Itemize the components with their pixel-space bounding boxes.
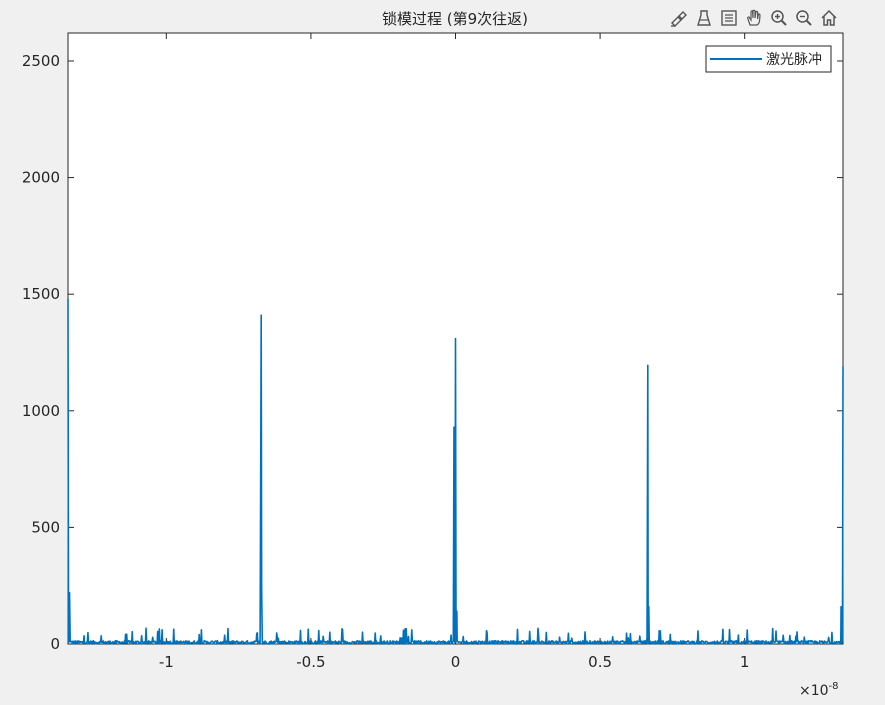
y-tick-label: 2500 [22, 52, 60, 70]
x-tick-label: 0 [451, 653, 461, 671]
y-tick-label: 0 [50, 635, 60, 653]
figure-canvas: 锁模过程 (第9次往返) 0 500 1000 1500 2000 2500 -1 -0.5… [22, 10, 844, 699]
x-tick-label: -0.5 [296, 653, 325, 671]
x-exponent-power: -8 [829, 681, 839, 692]
y-tick-label: 2000 [22, 169, 60, 187]
y-tick-label: 1500 [22, 285, 60, 303]
legend[interactable]: 激光脉冲 [705, 45, 832, 73]
y-tick-label: 500 [31, 518, 60, 536]
x-tick-label: 1 [740, 653, 750, 671]
chart-title: 锁模过程 (第9次往返) [382, 10, 528, 28]
x-exponent-label: ×10-8 [799, 681, 839, 699]
x-tick-label: -1 [159, 653, 174, 671]
x-tick-label: 0.5 [588, 653, 612, 671]
legend-entry-label: 激光脉冲 [766, 51, 822, 68]
y-tick-label: 1000 [22, 402, 60, 420]
